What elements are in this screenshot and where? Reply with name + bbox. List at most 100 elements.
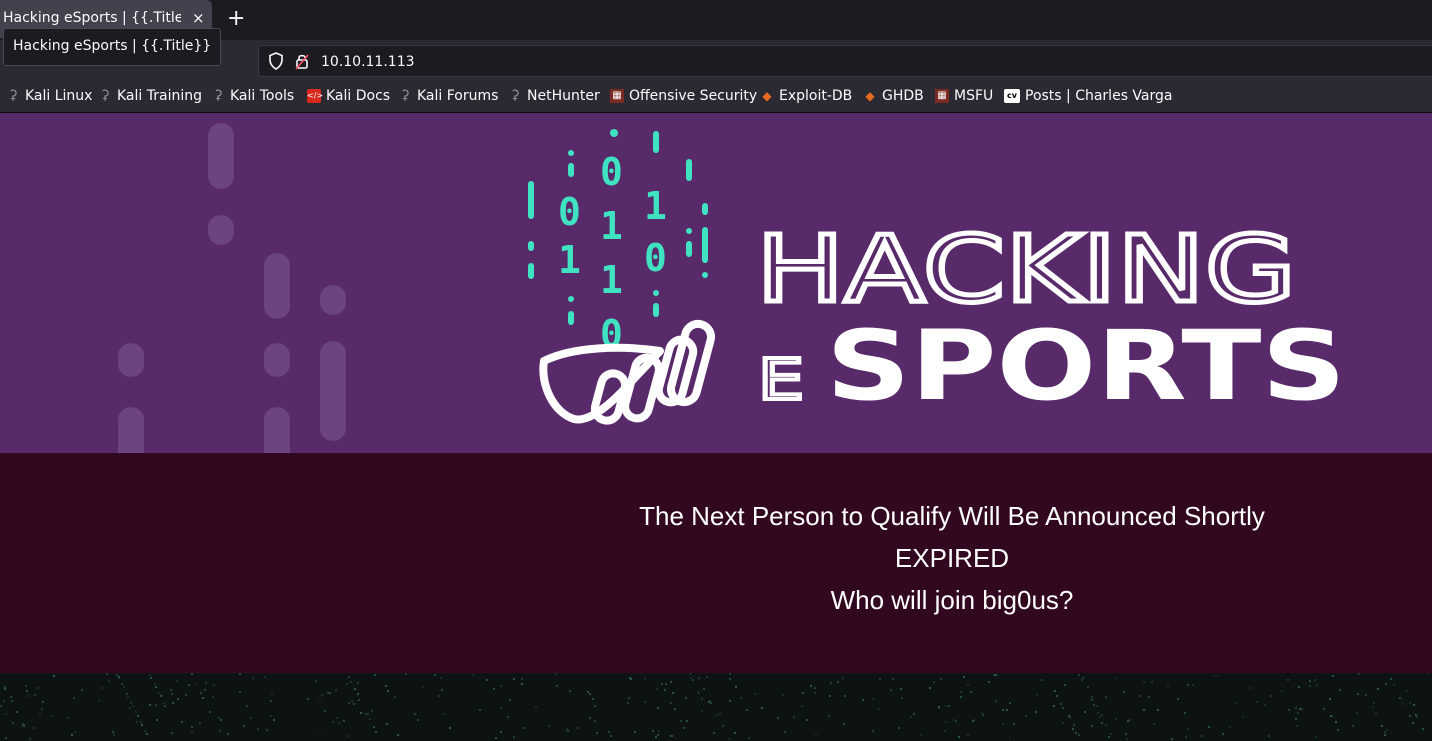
star-dot [1185,736,1187,738]
star-dot [1143,681,1145,683]
star-dot [938,706,940,708]
star-dot [353,703,355,705]
star-dot [156,719,158,721]
star-dot [710,702,712,704]
star-dot [589,693,591,695]
star-dot [988,681,990,683]
tracking-shield-icon[interactable] [268,52,284,70]
star-dot [271,693,273,695]
bookmark-offensive-security[interactable]: ▦ Offensive Security [610,88,757,104]
star-dot [41,708,43,710]
star-dot [0,705,2,707]
bookmark-charles-varga[interactable]: cv Posts | Charles Varga [1004,88,1172,104]
wordmark-e: E [758,348,804,413]
star-dot [1087,686,1089,688]
star-dot [665,683,667,685]
star-dot [664,689,666,691]
star-dot [1056,695,1058,697]
star-dot [1009,737,1011,739]
star-dot [204,689,206,691]
star-dot [126,693,128,695]
star-dot [729,678,731,680]
star-dot [843,723,845,725]
star-dot [810,685,812,687]
star-dot [1060,703,1062,705]
star-dot [5,713,7,715]
bookmark-kali-linux[interactable]: ⚳ Kali Linux [6,88,92,104]
star-dot [191,726,193,728]
new-tab-button[interactable]: + [227,6,245,32]
star-dot [479,709,481,711]
star-dot [713,732,715,734]
star-dot [266,729,268,731]
bookmark-ghdb[interactable]: ◆ GHDB [863,88,923,104]
star-dot [23,725,25,727]
star-dot [1105,724,1107,726]
star-dot [1072,728,1074,730]
star-dot [141,724,143,726]
bookmark-kali-docs[interactable]: </> Kali Docs [307,88,390,104]
star-dot [171,732,173,734]
star-dot [397,734,399,736]
star-dot [218,717,220,719]
page-content: 0 1 0 1 1 0 1 0 HACKING E SPORTS The Nex… [0,113,1432,741]
star-dot [892,678,894,680]
star-dot [782,694,784,696]
star-dot [16,711,18,713]
star-dot [698,692,700,694]
star-dot [594,705,596,707]
bookmark-exploit-db[interactable]: ◆ Exploit-DB [760,88,852,104]
star-dot [1108,736,1110,738]
star-dot [273,719,275,721]
star-dot [828,715,830,717]
star-dot [1192,684,1194,686]
tab-tooltip: Hacking eSports | {{.Title}} [3,28,222,66]
bookmark-kali-training[interactable]: ⚳ Kali Training [98,88,202,104]
wordmark-hacking: HACKING [756,216,1296,323]
star-dot [73,697,75,699]
insecure-lock-icon[interactable] [295,52,309,70]
star-dot [53,675,55,677]
bookmark-kali-tools[interactable]: ⚳ Kali Tools [211,88,294,104]
star-dot [793,716,795,718]
star-dot [802,692,804,694]
star-dot [246,705,248,707]
bookmark-kali-forums[interactable]: ⚳ Kali Forums [398,88,498,104]
star-dot [1413,704,1415,706]
star-dot [191,673,193,675]
star-dot [716,714,718,716]
star-dot [101,687,103,689]
bookmark-nethunter[interactable]: ⚳ NetHunter [508,88,599,104]
star-dot [149,704,151,706]
announcement-status: EXPIRED [894,543,1010,573]
close-tab-icon[interactable]: × [192,9,205,27]
star-dot [706,676,708,678]
star-dot [387,690,389,692]
decor-pill [118,343,144,377]
star-dot [933,681,935,683]
star-dot [1091,725,1093,727]
star-dot [890,689,892,691]
star-dot [112,731,114,733]
star-dot [170,689,172,691]
bookmark-msfu[interactable]: ▦ MSFU [935,88,993,104]
star-dot [1386,729,1388,731]
star-dot [422,686,424,688]
address-bar[interactable]: 10.10.11.113 [258,45,1432,77]
star-dot [130,702,132,704]
star-dot [449,727,451,729]
star-dot [878,708,880,710]
star-dot [3,700,5,702]
star-dot [669,735,671,737]
star-dot [627,702,629,704]
star-dot [1314,679,1316,681]
star-dot [945,721,947,723]
star-dot [1256,701,1258,703]
star-dot [1002,723,1004,725]
star-dot [321,694,323,696]
star-dot [1041,679,1043,681]
star-dot [1208,726,1210,728]
star-dot [652,730,654,732]
star-dot [1332,675,1334,677]
star-dot [200,692,202,694]
